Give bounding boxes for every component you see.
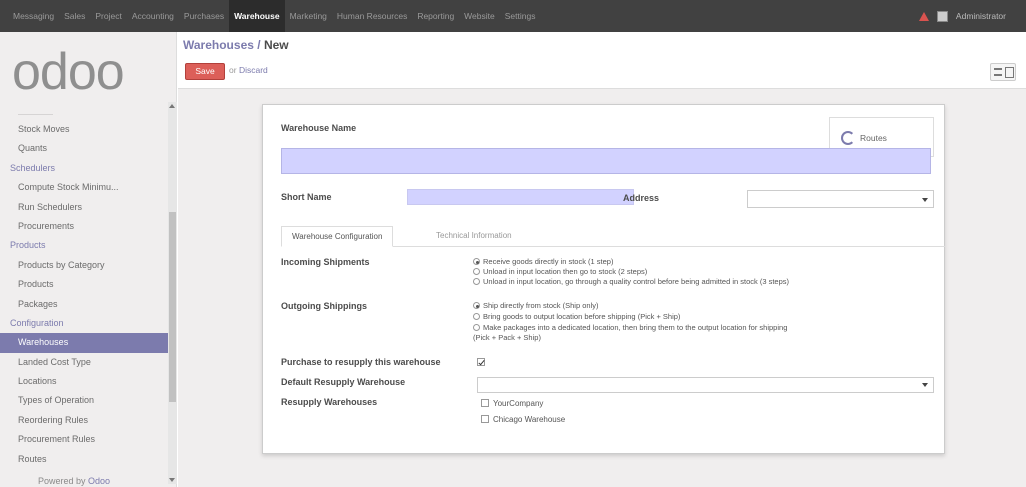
sidebar-item-procurement-rules[interactable]: Procurement Rules [0,430,168,449]
sidebar-item-products[interactable]: Products [0,275,168,294]
routes-button-label: Routes [860,133,887,143]
top-menu-bar: Messaging Sales Project Accounting Purch… [0,0,1026,32]
menu-warehouse[interactable]: Warehouse [229,0,285,32]
breadcrumb-current: New [263,38,289,52]
address-select[interactable] [747,190,934,208]
breadcrumb-parent[interactable]: Warehouses [183,38,254,52]
avatar[interactable] [936,10,948,22]
radio-incoming-1[interactable] [473,258,480,265]
sidebar-nav: ————— Stock Moves Quants Schedulers Comp… [0,110,168,469]
discard-button[interactable]: Discard [239,65,268,75]
sidebar-item-types-of-operation[interactable]: Types of Operation [0,391,168,410]
scroll-down-icon[interactable] [169,478,175,482]
powered-prefix: Powered by [38,476,86,486]
sidebar-item-stock-moves[interactable]: Stock Moves [0,120,168,139]
powered-by: Powered by Odoo [38,476,110,486]
user-area: Administrator [918,0,1006,32]
short-name-input[interactable] [407,189,634,205]
menu-accounting[interactable]: Accounting [127,0,179,32]
radio-incoming-2[interactable] [473,268,480,275]
sidebar: odoo ————— Stock Moves Quants Schedulers… [0,32,177,487]
incoming-option-3[interactable]: Unload in input location, go through a q… [473,277,789,287]
form-tabs: Warehouse Configuration Technical Inform… [281,226,945,247]
tab-warehouse-configuration[interactable]: Warehouse Configuration [281,226,394,247]
menu-marketing[interactable]: Marketing [285,0,332,32]
sidebar-item-compute-stock-minimum[interactable]: Compute Stock Minimu... [0,178,168,197]
sidebar-item-packages[interactable]: Packages [0,295,168,314]
outgoing-option-3-cont: (Pick + Pack + Ship) [473,333,541,342]
purchase-resupply-label: Purchase to resupply this warehouse [281,357,441,367]
outgoing-option-1[interactable]: Ship directly from stock (Ship only) [473,301,598,311]
sidebar-item-locations[interactable]: Locations [0,372,168,391]
sidebar-item-landed-cost-type[interactable]: Landed Cost Type [0,353,168,372]
menu-reporting[interactable]: Reporting [412,0,459,32]
resupply-chicago[interactable]: Chicago Warehouse [481,415,565,424]
form-view-icon[interactable] [1005,67,1014,78]
tab-technical-information[interactable]: Technical Information [426,226,522,247]
sidebar-item-quants[interactable]: Quants [0,139,168,158]
breadcrumb: Warehouses / New [183,38,289,52]
outgoing-shippings-label: Outgoing Shippings [281,301,367,311]
resupply-yourcompany-checkbox[interactable] [481,399,489,407]
menu-human-resources[interactable]: Human Resources [332,0,412,32]
resupply-chicago-checkbox[interactable] [481,415,489,423]
discard-area: or Discard [229,65,268,75]
menu-sales[interactable]: Sales [59,0,90,32]
sidebar-item-warehouses[interactable]: Warehouses [0,333,168,353]
default-resupply-label: Default Resupply Warehouse [281,377,406,387]
purchase-resupply-checkbox[interactable] [477,358,485,366]
list-view-icon[interactable] [994,68,1002,76]
sidebar-section-configuration: Configuration [10,317,64,328]
powered-brand-link[interactable]: Odoo [88,476,110,486]
menu-settings[interactable]: Settings [500,0,541,32]
incoming-option-2[interactable]: Unload in input location then go to stoc… [473,267,647,277]
resupply-yourcompany[interactable]: YourCompany [481,399,543,408]
form-sheet: Warehouse Name Routes Short Name Address… [262,104,945,454]
scroll-thumb[interactable] [169,212,176,402]
default-resupply-select[interactable] [477,377,934,393]
refresh-icon [841,131,855,145]
breadcrumb-separator: / [253,38,264,52]
scroll-up-icon[interactable] [169,104,175,108]
incoming-option-1[interactable]: Receive goods directly in stock (1 step) [473,257,613,267]
chevron-down-icon [922,383,928,387]
resupply-warehouses-label: Resupply Warehouses [281,397,378,407]
outgoing-option-2[interactable]: Bring goods to output location before sh… [473,312,680,322]
sidebar-section-products: Products [10,240,46,251]
menu-purchases[interactable]: Purchases [179,0,229,32]
warehouse-name-label: Warehouse Name [281,123,357,133]
address-label: Address [623,193,660,203]
sidebar-item-routes[interactable]: Routes [0,450,168,469]
alert-icon[interactable] [918,11,929,21]
short-name-label: Short Name [281,192,332,202]
view-switcher[interactable] [990,63,1016,81]
discard-or: or [229,65,237,75]
warehouse-name-input[interactable] [281,148,931,174]
menu-website[interactable]: Website [459,0,500,32]
main-menu: Messaging Sales Project Accounting Purch… [0,0,540,32]
incoming-shipments-label: Incoming Shipments [281,257,370,267]
sidebar-item-run-schedulers[interactable]: Run Schedulers [0,198,168,217]
radio-outgoing-1[interactable] [473,302,480,309]
save-button[interactable]: Save [185,63,225,80]
sidebar-item-cut: ————— [18,111,53,118]
sidebar-section-schedulers: Schedulers [10,162,56,173]
chevron-down-icon [922,198,928,202]
radio-outgoing-3[interactable] [473,324,480,331]
menu-messaging[interactable]: Messaging [8,0,59,32]
sidebar-item-reordering-rules[interactable]: Reordering Rules [0,411,168,430]
radio-incoming-3[interactable] [473,278,480,285]
odoo-logo[interactable]: odoo [12,44,162,100]
menu-project[interactable]: Project [90,0,126,32]
sidebar-scrollbar[interactable] [168,102,177,484]
radio-outgoing-2[interactable] [473,313,480,320]
user-menu[interactable]: Administrator [956,11,1006,21]
sidebar-item-products-by-category[interactable]: Products by Category [0,256,168,275]
sidebar-item-procurements[interactable]: Procurements [0,217,168,236]
outgoing-option-3[interactable]: Make packages into a dedicated location,… [473,323,787,333]
